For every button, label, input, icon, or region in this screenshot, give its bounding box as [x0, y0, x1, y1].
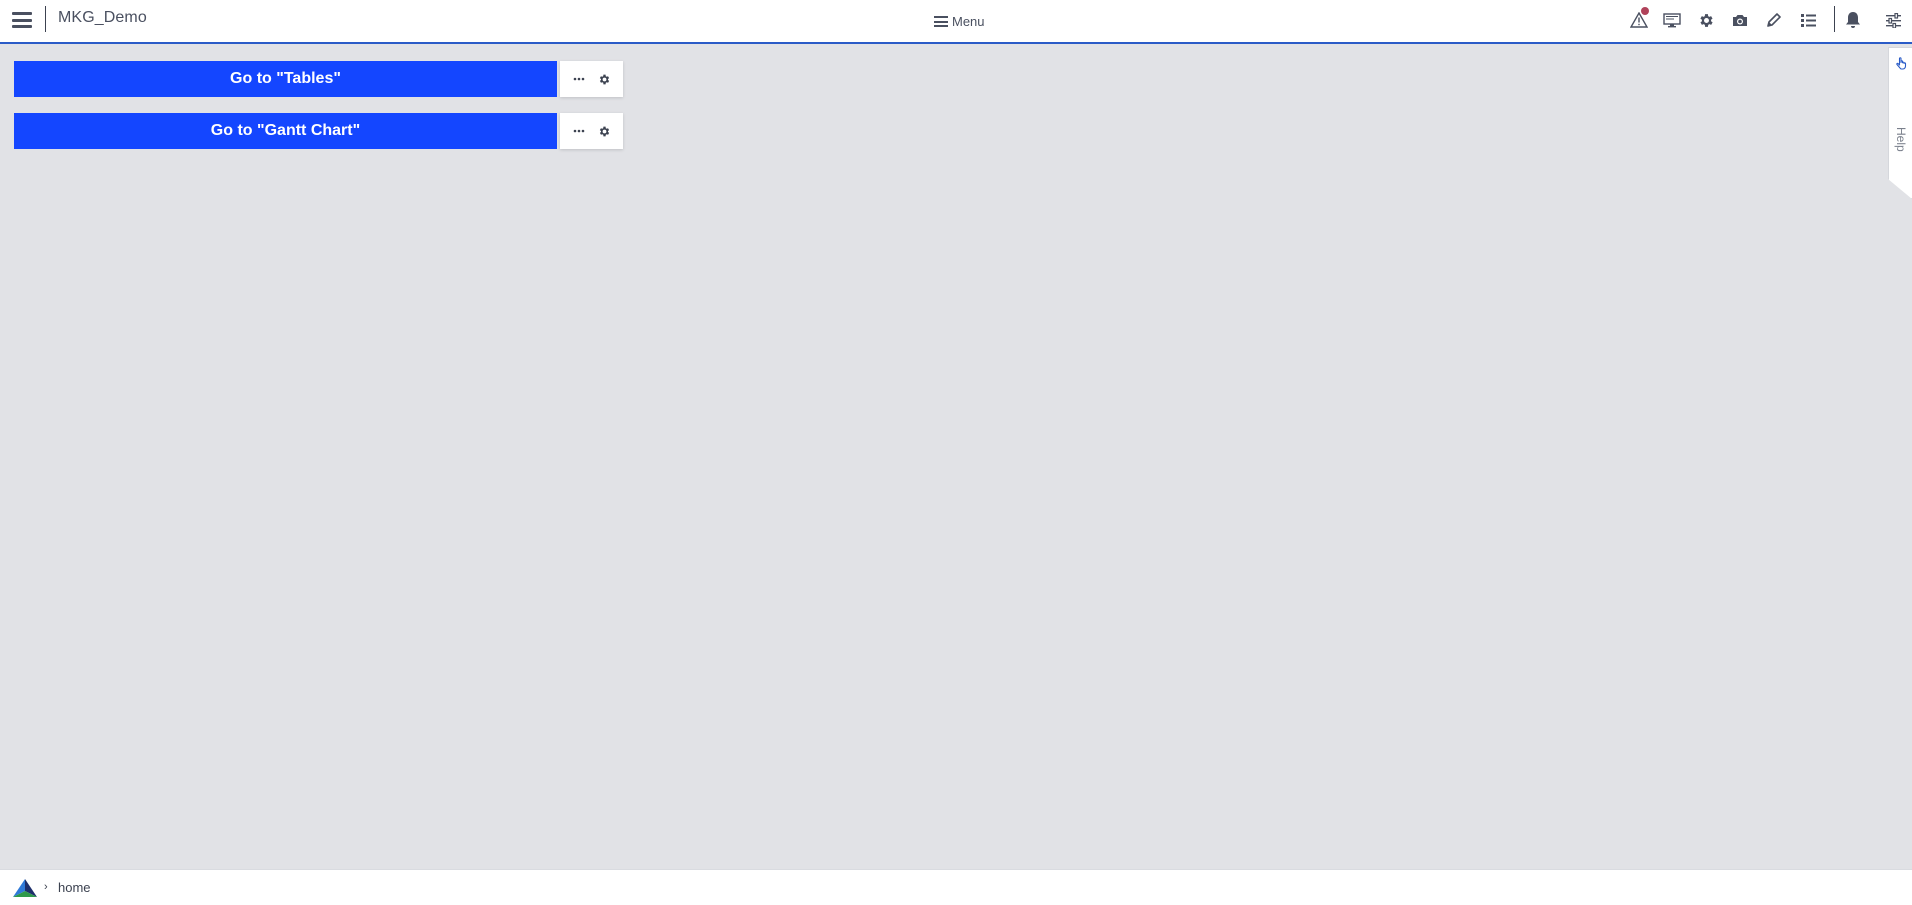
button-row-tables: Go to "Tables" — [14, 61, 623, 97]
help-label: Help — [1894, 127, 1908, 152]
hand-pointer-icon — [1895, 56, 1908, 75]
sliders-icon[interactable] — [1882, 9, 1904, 31]
notifications-icon[interactable] — [1842, 9, 1864, 31]
button-row-gantt: Go to "Gantt Chart" — [14, 113, 623, 149]
button-tools — [560, 61, 623, 97]
alerts-icon[interactable] — [1628, 7, 1650, 31]
alert-notification-dot — [1641, 7, 1649, 15]
divider — [1834, 6, 1835, 32]
list-icon[interactable] — [1797, 9, 1819, 31]
app-logo-icon[interactable] — [12, 878, 38, 903]
button-tools — [560, 113, 623, 149]
breadcrumb-chevron-icon: › — [44, 881, 48, 893]
go-to-gantt-chart-button[interactable]: Go to "Gantt Chart" — [14, 113, 557, 149]
gear-icon[interactable] — [593, 68, 615, 90]
divider — [45, 6, 46, 32]
camera-icon[interactable] — [1729, 9, 1751, 31]
go-to-tables-button[interactable]: Go to "Tables" — [14, 61, 557, 97]
breadcrumb-home[interactable]: home — [58, 880, 91, 895]
hamburger-menu-icon[interactable] — [12, 12, 32, 28]
screen-icon[interactable] — [1661, 9, 1683, 31]
menu-icon — [934, 16, 948, 27]
settings-icon[interactable] — [1695, 9, 1717, 31]
footer-bar: › home — [0, 869, 1912, 905]
app-title: MKG_Demo — [58, 9, 147, 26]
more-options-icon[interactable] — [568, 68, 590, 90]
gear-icon[interactable] — [593, 120, 615, 142]
menu-label: Menu — [952, 14, 985, 29]
help-tab[interactable]: Help — [1888, 47, 1912, 199]
menu-button[interactable]: Menu — [934, 14, 985, 29]
more-options-icon[interactable] — [568, 120, 590, 142]
top-bar: MKG_Demo Menu — [0, 0, 1912, 44]
edit-icon[interactable] — [1763, 9, 1785, 31]
